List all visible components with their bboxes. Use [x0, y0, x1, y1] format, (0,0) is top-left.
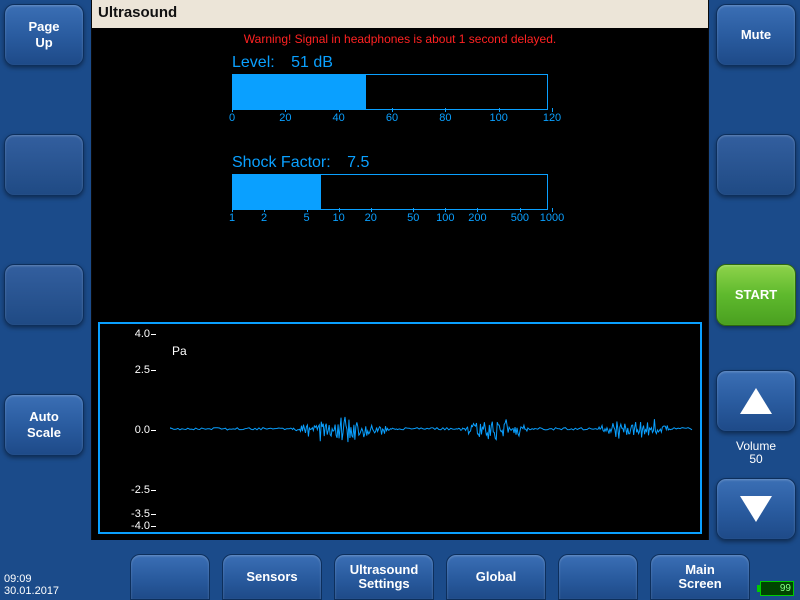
mute-label: Mute: [741, 27, 771, 43]
sensors-button[interactable]: Sensors: [222, 554, 322, 600]
auto-scale-button[interactable]: Auto Scale: [4, 394, 84, 456]
arrow-down-icon: [740, 496, 772, 522]
waveform-plot: [170, 324, 694, 534]
level-ticks: 020406080100120: [232, 112, 552, 128]
waveform-y-axis: -4.0-3.5-2.50.02.54.0: [100, 324, 170, 532]
arrow-up-icon: [740, 388, 772, 414]
title-bar: Ultrasound: [92, 0, 708, 28]
volume-value: 50: [749, 452, 762, 466]
clock-date: 30.01.2017: [4, 585, 59, 597]
battery-indicator: 99: [760, 581, 794, 596]
main-screen-label: Main Screen: [678, 563, 721, 592]
level-label: Level:: [232, 54, 275, 71]
page-up-button[interactable]: Page Up: [4, 4, 84, 66]
shock-label: Shock Factor:: [232, 154, 331, 171]
ultrasound-settings-button[interactable]: Ultrasound Settings: [334, 554, 434, 600]
warning-text: Warning! Signal in headphones is about 1…: [92, 28, 708, 54]
volume-text: Volume: [736, 439, 776, 453]
time-date: 09:09 30.01.2017: [4, 573, 59, 598]
mute-button[interactable]: Mute: [716, 4, 796, 66]
start-label: START: [735, 287, 777, 303]
shock-block: Shock Factor: 7.5 1251020501002005001000: [232, 154, 552, 228]
right-blank-1[interactable]: [716, 134, 796, 196]
level-bar-fill: [233, 75, 366, 109]
sensors-label: Sensors: [246, 570, 297, 584]
page-up-label: Page Up: [28, 19, 59, 50]
shock-bar: [232, 174, 548, 210]
auto-scale-label: Auto Scale: [27, 409, 61, 440]
main-screen-button[interactable]: Main Screen: [650, 554, 750, 600]
left-blank-2[interactable]: [4, 264, 84, 326]
global-button[interactable]: Global: [446, 554, 546, 600]
bottom-strip: 09:09 30.01.2017 Sensors Ultrasound Sett…: [0, 548, 800, 600]
ultrasound-settings-label: Ultrasound Settings: [350, 563, 419, 592]
shock-value: 7.5: [347, 154, 369, 171]
page-title: Ultrasound: [98, 4, 177, 21]
volume-up-button[interactable]: [716, 370, 796, 432]
bottom-blank-2[interactable]: [558, 554, 638, 600]
level-bar: [232, 74, 548, 110]
volume-indicator: Volume 50: [716, 440, 796, 466]
bottom-blank-1[interactable]: [130, 554, 210, 600]
level-value: 51 dB: [291, 54, 333, 71]
level-block: Level: 51 dB 020406080100120: [232, 54, 552, 128]
battery-value: 99: [780, 583, 791, 594]
shock-bar-fill: [233, 175, 321, 209]
volume-down-button[interactable]: [716, 478, 796, 540]
start-button[interactable]: START: [716, 264, 796, 326]
main-panel: Ultrasound Warning! Signal in headphones…: [91, 0, 709, 540]
waveform-box: -4.0-3.5-2.50.02.54.0 Pa: [98, 322, 702, 534]
global-label: Global: [476, 570, 516, 584]
left-blank-1[interactable]: [4, 134, 84, 196]
shock-ticks: 1251020501002005001000: [232, 212, 552, 228]
clock-time: 09:09: [4, 573, 32, 585]
